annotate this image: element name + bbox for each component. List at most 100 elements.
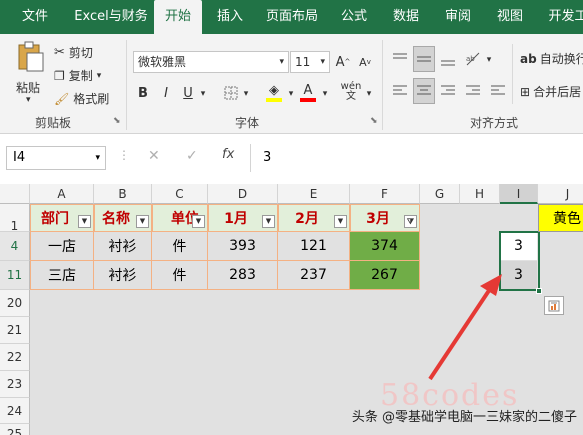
row-header-20[interactable]: 20	[0, 290, 30, 317]
cancel-icon[interactable]: ✕	[148, 148, 160, 164]
cut-button[interactable]: ✂ 剪切	[54, 44, 93, 61]
copy-dropdown-icon[interactable]: ▾	[97, 71, 102, 81]
align-left-icon[interactable]	[390, 80, 410, 102]
confirm-icon[interactable]: ✓	[186, 148, 198, 164]
underline-button[interactable]: U	[180, 82, 196, 104]
font-name-select[interactable]: 微软雅黑 ▾	[133, 51, 289, 73]
cell-a11[interactable]: 三店	[30, 261, 94, 290]
formula-input[interactable]: 3	[250, 144, 583, 172]
header-cell-mar[interactable]: 3月 ⧩	[350, 204, 420, 232]
font-size-select[interactable]: 11 ▾	[290, 51, 330, 73]
col-header-e[interactable]: E	[278, 184, 350, 204]
filter-dropdown-icon[interactable]: ▼	[136, 215, 149, 228]
align-center-icon[interactable]	[413, 78, 435, 104]
phonetic-button[interactable]: wén 文	[340, 80, 362, 104]
insert-function-icon[interactable]: fx	[222, 147, 234, 162]
cell-e11[interactable]: 237	[278, 261, 350, 290]
fill-color-button[interactable]: ◈	[264, 80, 284, 104]
cell-c4[interactable]: 件	[152, 232, 208, 261]
bold-button[interactable]: B	[135, 82, 151, 104]
cell-c11[interactable]: 件	[152, 261, 208, 290]
col-header-j[interactable]: J	[538, 184, 583, 204]
name-box[interactable]: I4 ▾	[6, 146, 106, 170]
tab-excel-finance[interactable]: Excel与财务	[70, 0, 152, 34]
quick-analysis-icon[interactable]	[544, 296, 564, 315]
increase-font-button[interactable]: A ^	[334, 51, 352, 73]
cell-b4[interactable]: 衬衫	[94, 232, 152, 261]
decrease-font-button[interactable]: Av	[356, 51, 374, 73]
wrap-text-button[interactable]: ab 自动换行	[520, 50, 583, 67]
font-color-dropdown-icon[interactable]: ▾	[320, 84, 330, 104]
col-header-f[interactable]: F	[350, 184, 420, 204]
filter-active-icon[interactable]: ⧩	[404, 215, 417, 228]
outdent-icon[interactable]	[488, 80, 508, 102]
tab-formulas[interactable]: 公式	[330, 0, 378, 34]
cell-b11[interactable]: 衬衫	[94, 261, 152, 290]
header-cell-jan[interactable]: 1月 ▼	[208, 204, 278, 232]
cell-e4[interactable]: 121	[278, 232, 350, 261]
row-header-11[interactable]: 11	[0, 261, 30, 290]
paste-button[interactable]: 粘贴	[16, 79, 40, 96]
header-cell-dept[interactable]: 部门 ▼	[30, 204, 94, 232]
border-icon[interactable]	[222, 83, 240, 103]
cell-d11[interactable]: 283	[208, 261, 278, 290]
col-header-g[interactable]: G	[420, 184, 460, 204]
col-header-c[interactable]: C	[152, 184, 208, 204]
filter-dropdown-icon[interactable]: ▼	[192, 215, 205, 228]
col-header-a[interactable]: A	[30, 184, 94, 204]
header-label: 名称	[102, 211, 130, 227]
fill-handle[interactable]	[536, 288, 542, 294]
align-top-icon[interactable]	[390, 48, 410, 70]
row-header-21[interactable]: 21	[0, 317, 30, 344]
row-header-1[interactable]: 1	[0, 204, 30, 233]
col-header-i[interactable]: I	[500, 184, 538, 204]
tab-page-layout[interactable]: 页面布局	[256, 0, 328, 34]
tab-view[interactable]: 视图	[486, 0, 534, 34]
paste-dropdown-icon[interactable]: ▾	[26, 95, 31, 105]
header-cell-name[interactable]: 名称 ▼	[94, 204, 152, 232]
cell-d4[interactable]: 393	[208, 232, 278, 261]
cell-f4[interactable]: 374	[350, 232, 420, 261]
header-cell-unit[interactable]: 单位 ▼	[152, 204, 208, 232]
tab-data[interactable]: 数据	[382, 0, 430, 34]
phonetic-dropdown-icon[interactable]: ▾	[364, 84, 374, 104]
format-painter-button[interactable]: 🖌 格式刷	[54, 90, 109, 107]
font-color-button[interactable]: A	[298, 80, 318, 104]
select-all-corner[interactable]	[0, 184, 30, 204]
italic-button[interactable]: I	[158, 82, 174, 104]
col-header-h[interactable]: H	[460, 184, 500, 204]
row-header-24[interactable]: 24	[0, 398, 30, 424]
border-dropdown-icon[interactable]: ▾	[241, 84, 251, 104]
tab-developer[interactable]: 开发工	[538, 0, 583, 34]
tab-insert[interactable]: 插入	[206, 0, 254, 34]
row-header-23[interactable]: 23	[0, 371, 30, 398]
cell-a4[interactable]: 一店	[30, 232, 94, 261]
tab-home[interactable]: 开始	[154, 0, 202, 34]
indent-icon[interactable]	[462, 80, 484, 102]
copy-button[interactable]: ❐ 复制 ▾	[54, 67, 101, 84]
fill-dropdown-icon[interactable]: ▾	[286, 84, 296, 104]
col-header-b[interactable]: B	[94, 184, 152, 204]
filter-dropdown-icon[interactable]: ▼	[262, 215, 275, 228]
filter-dropdown-icon[interactable]: ▼	[334, 215, 347, 228]
copy-icon: ❐	[54, 68, 65, 83]
row-header-25[interactable]: 25	[0, 424, 30, 435]
align-bottom-icon[interactable]	[438, 48, 458, 70]
col-header-d[interactable]: D	[208, 184, 278, 204]
merge-center-button[interactable]: ⊞ 合并后居	[520, 83, 581, 100]
tab-file[interactable]: 文件	[0, 0, 70, 34]
orientation-icon[interactable]: ab	[462, 48, 484, 70]
align-right-icon[interactable]	[438, 80, 458, 102]
underline-dropdown-icon[interactable]: ▾	[198, 84, 208, 104]
font-launcher-icon[interactable]: ⬊	[370, 116, 378, 126]
row-header-4[interactable]: 4	[0, 232, 30, 261]
filter-dropdown-icon[interactable]: ▼	[78, 215, 91, 228]
clipboard-icon[interactable]	[10, 40, 50, 74]
cell-j1[interactable]: 黄色	[538, 204, 583, 232]
row-header-22[interactable]: 22	[0, 344, 30, 371]
align-middle-icon[interactable]	[413, 46, 435, 72]
header-cell-feb[interactable]: 2月 ▼	[278, 204, 350, 232]
clipboard-launcher-icon[interactable]: ⬊	[113, 116, 121, 126]
tab-review[interactable]: 审阅	[434, 0, 482, 34]
orientation-dropdown-icon[interactable]: ▾	[484, 50, 494, 70]
